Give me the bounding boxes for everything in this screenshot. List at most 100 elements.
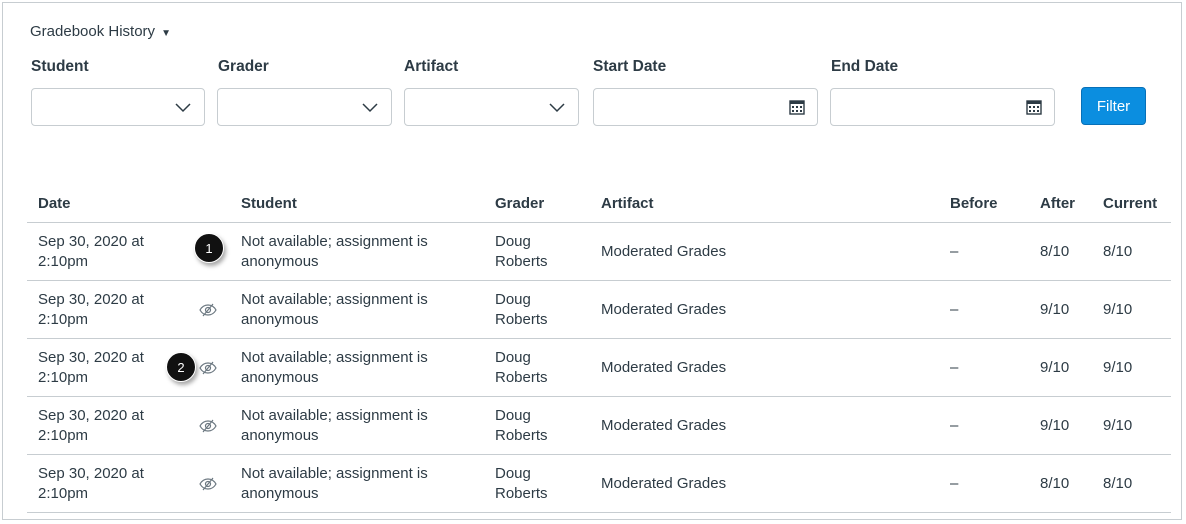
gradebook-history-menu[interactable]: Gradebook History ▼ bbox=[30, 23, 171, 40]
grader-cell: Doug Roberts bbox=[495, 348, 548, 388]
eye-slash-icon bbox=[199, 303, 217, 316]
grader-text: Roberts bbox=[495, 310, 548, 328]
student-text: Not available; assignment is bbox=[241, 348, 428, 366]
date-cell: Sep 30, 2020 at 2:10pm bbox=[38, 406, 144, 446]
chevron-down-icon bbox=[362, 103, 378, 113]
current-cell: 9/10 bbox=[1103, 416, 1133, 434]
after-cell: 9/10 bbox=[1040, 416, 1070, 434]
date-cell: Sep 30, 2020 at 2:10pm bbox=[38, 464, 144, 504]
date-cell: Sep 30, 2020 at 2:10pm bbox=[38, 290, 144, 330]
col-date: Date bbox=[38, 195, 71, 212]
calendar-icon[interactable] bbox=[1026, 99, 1042, 115]
start-date-label: Start Date bbox=[593, 58, 667, 75]
grader-cell: Doug Roberts bbox=[495, 290, 548, 330]
date-cell: Sep 30, 2020 at 2:10pm bbox=[38, 348, 144, 388]
student-cell: Not available; assignment is anonymous bbox=[241, 464, 428, 504]
end-date-input[interactable] bbox=[830, 88, 1055, 126]
col-student: Student bbox=[241, 195, 297, 212]
student-cell: Not available; assignment is anonymous bbox=[241, 348, 428, 388]
before-cell: – bbox=[950, 358, 959, 376]
caret-down-icon: ▼ bbox=[161, 28, 171, 39]
grader-text: Roberts bbox=[495, 426, 548, 444]
end-date-label: End Date bbox=[831, 58, 899, 75]
before-cell: – bbox=[950, 474, 959, 492]
artifact-cell: Moderated Grades bbox=[601, 358, 727, 376]
student-text: anonymous bbox=[241, 426, 319, 444]
student-text: Not available; assignment is bbox=[241, 464, 428, 482]
table-row: Sep 30, 2020 at 2:10pm Not available; ass… bbox=[27, 397, 1171, 455]
grader-text: Doug bbox=[495, 406, 531, 424]
student-text: anonymous bbox=[241, 252, 319, 270]
after-cell: 9/10 bbox=[1040, 358, 1070, 376]
artifact-cell: Moderated Grades bbox=[601, 474, 727, 492]
current-cell: 8/10 bbox=[1103, 474, 1133, 492]
grader-cell: Doug Roberts bbox=[495, 464, 548, 504]
grader-text: Doug bbox=[495, 232, 531, 250]
chevron-down-icon bbox=[549, 103, 565, 113]
student-select[interactable] bbox=[31, 88, 205, 126]
student-text: anonymous bbox=[241, 484, 319, 502]
eye-slash-icon bbox=[199, 419, 217, 432]
student-cell: Not available; assignment is anonymous bbox=[241, 232, 428, 272]
grader-text: Roberts bbox=[495, 484, 548, 502]
date-cell: Sep 30, 2020 at 2:10pm bbox=[38, 232, 144, 272]
date-text: Sep 30, 2020 at bbox=[38, 290, 144, 308]
artifact-cell: Moderated Grades bbox=[601, 242, 727, 260]
col-artifact: Artifact bbox=[601, 195, 654, 212]
calendar-icon[interactable] bbox=[789, 99, 805, 115]
current-cell: 9/10 bbox=[1103, 358, 1133, 376]
table-row: Sep 30, 2020 at 2:10pm Not available; ass… bbox=[27, 339, 1171, 397]
after-cell: 9/10 bbox=[1040, 300, 1070, 318]
time-text: 2:10pm bbox=[38, 426, 89, 444]
start-date-input[interactable] bbox=[593, 88, 818, 126]
grader-label: Grader bbox=[218, 58, 269, 75]
table-row: Sep 30, 2020 at 2:10pm Not available; ass… bbox=[27, 455, 1171, 513]
table-row: Sep 30, 2020 at 2:10pm Not available; ass… bbox=[27, 281, 1171, 339]
before-cell: – bbox=[950, 416, 959, 434]
grader-select[interactable] bbox=[217, 88, 392, 126]
chevron-down-icon bbox=[175, 103, 191, 113]
col-current: Current bbox=[1103, 195, 1158, 212]
page-title: Gradebook History bbox=[30, 23, 156, 40]
before-cell: – bbox=[950, 300, 959, 318]
col-after: After bbox=[1040, 195, 1076, 212]
eye-slash-icon bbox=[199, 477, 217, 490]
artifact-cell: Moderated Grades bbox=[601, 416, 727, 434]
time-text: 2:10pm bbox=[38, 252, 89, 270]
grader-cell: Doug Roberts bbox=[495, 232, 548, 272]
filter-button[interactable]: Filter bbox=[1081, 87, 1146, 125]
grader-text: Roberts bbox=[495, 252, 548, 270]
eye-slash-icon bbox=[199, 361, 217, 374]
time-text: 2:10pm bbox=[38, 368, 89, 386]
before-cell: – bbox=[950, 242, 959, 260]
history-table: Date Student Grader Artifact Before Afte… bbox=[27, 185, 1171, 513]
grader-text: Doug bbox=[495, 348, 531, 366]
time-text: 2:10pm bbox=[38, 484, 89, 502]
student-text: anonymous bbox=[241, 310, 319, 328]
callout-2: 2 bbox=[166, 352, 196, 382]
student-text: Not available; assignment is bbox=[241, 406, 428, 424]
student-text: Not available; assignment is bbox=[241, 232, 428, 250]
grader-text: Doug bbox=[495, 290, 531, 308]
col-grader: Grader bbox=[495, 195, 545, 212]
date-text: Sep 30, 2020 at bbox=[38, 232, 144, 250]
artifact-label: Artifact bbox=[404, 58, 459, 75]
current-cell: 8/10 bbox=[1103, 242, 1133, 260]
student-cell: Not available; assignment is anonymous bbox=[241, 406, 428, 446]
current-cell: 9/10 bbox=[1103, 300, 1133, 318]
date-text: Sep 30, 2020 at bbox=[38, 406, 144, 424]
student-cell: Not available; assignment is anonymous bbox=[241, 290, 428, 330]
student-text: anonymous bbox=[241, 368, 319, 386]
student-label: Student bbox=[31, 58, 89, 75]
after-cell: 8/10 bbox=[1040, 474, 1070, 492]
artifact-select[interactable] bbox=[404, 88, 579, 126]
grader-text: Doug bbox=[495, 464, 531, 482]
col-before: Before bbox=[950, 195, 998, 212]
callout-1: 1 bbox=[194, 233, 224, 263]
table-header: Date Student Grader Artifact Before Afte… bbox=[27, 185, 1171, 223]
grader-text: Roberts bbox=[495, 368, 548, 386]
time-text: 2:10pm bbox=[38, 310, 89, 328]
date-text: Sep 30, 2020 at bbox=[38, 348, 144, 366]
date-text: Sep 30, 2020 at bbox=[38, 464, 144, 482]
after-cell: 8/10 bbox=[1040, 242, 1070, 260]
